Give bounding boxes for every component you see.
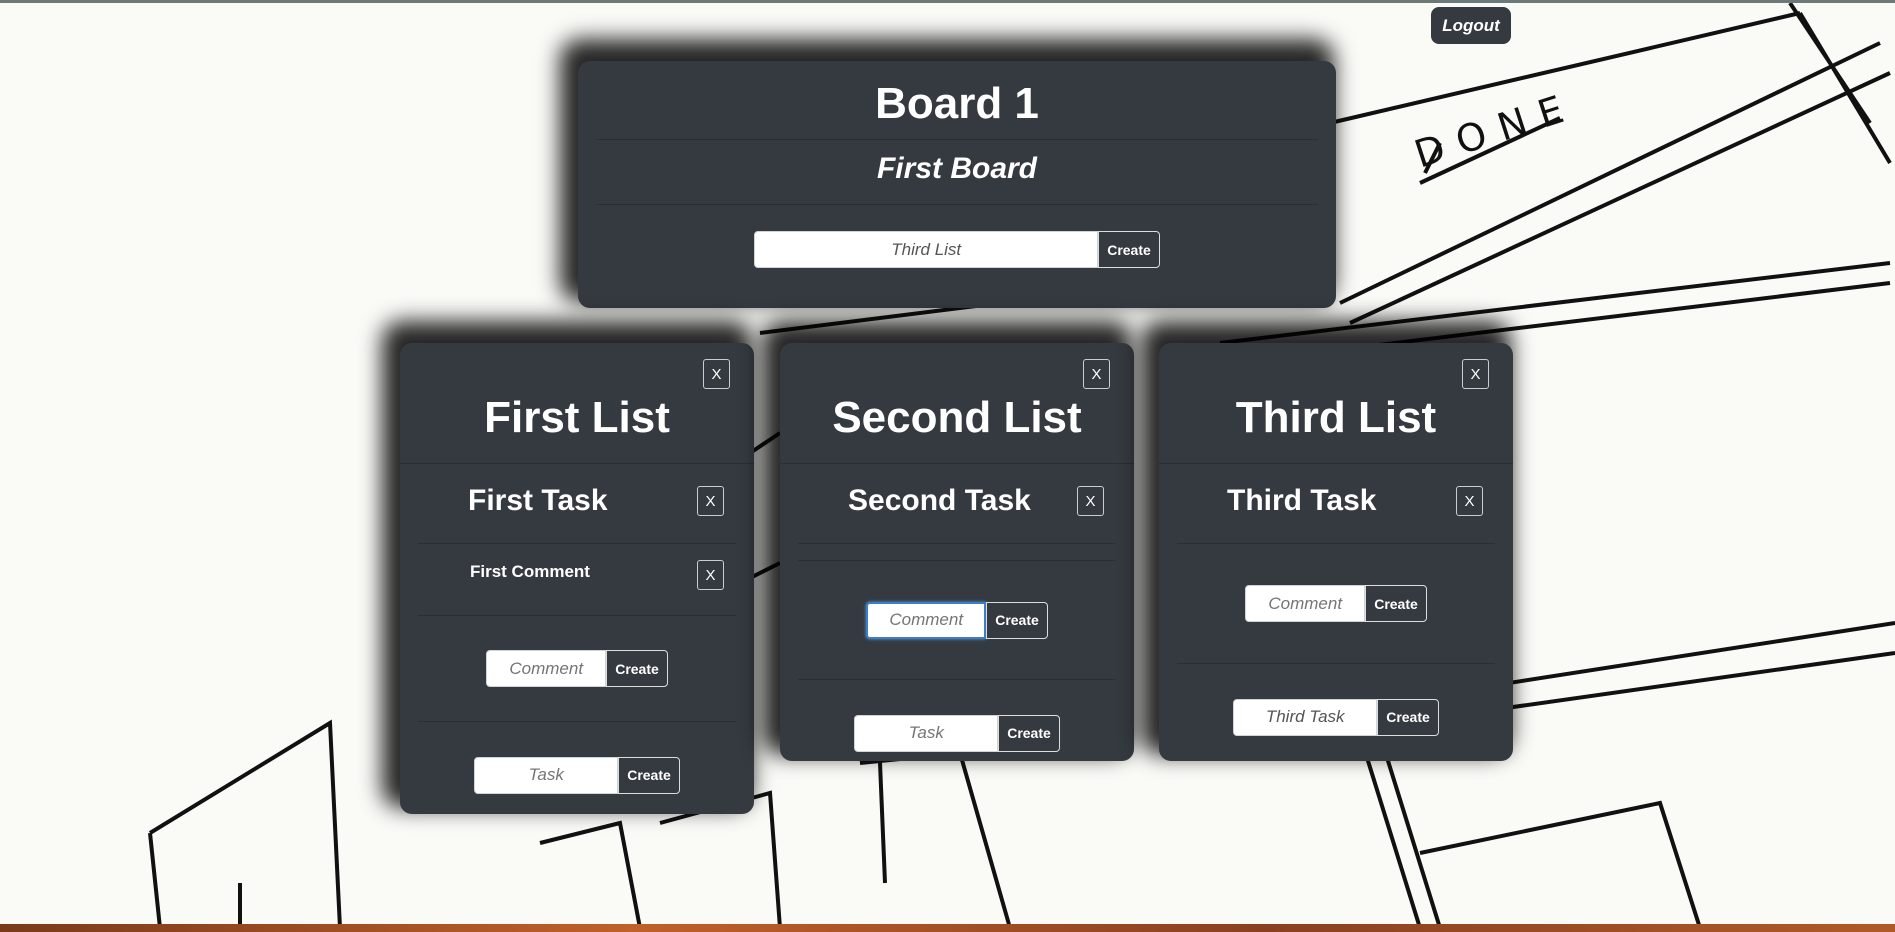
board-description: First Board: [596, 140, 1318, 205]
create-comment-button[interactable]: Create: [986, 601, 1048, 639]
delete-task-button[interactable]: X: [1077, 486, 1104, 516]
list-name-input[interactable]: [754, 231, 1099, 268]
list-title: Second List: [780, 353, 1134, 464]
create-task-form: Create: [418, 722, 736, 828]
create-comment-form: Create: [418, 616, 736, 722]
create-task-button[interactable]: Create: [1377, 698, 1439, 736]
comment-item: First Comment X: [418, 544, 736, 616]
task-title: Second Task: [848, 484, 1031, 517]
delete-comment-button[interactable]: X: [697, 560, 724, 590]
task-title: First Task: [468, 484, 608, 517]
task-input[interactable]: [474, 756, 619, 794]
create-list-form: Create: [596, 205, 1318, 268]
task-input[interactable]: [1233, 698, 1378, 736]
delete-list-button[interactable]: X: [703, 359, 730, 389]
board-card: Board 1 First Board Create: [578, 61, 1336, 308]
task-item: Second Task X: [798, 464, 1116, 544]
list-card: X Second List Second Task X Create Creat…: [780, 343, 1134, 761]
delete-list-button[interactable]: X: [1083, 359, 1110, 389]
board-title: Board 1: [596, 71, 1318, 140]
comment-input[interactable]: [866, 601, 987, 639]
create-task-button[interactable]: Create: [998, 714, 1060, 752]
delete-list-button[interactable]: X: [1462, 359, 1489, 389]
task-item: First Task X: [418, 464, 736, 544]
create-comment-button[interactable]: Create: [606, 650, 668, 687]
task-title: Third Task: [1227, 484, 1377, 517]
list-card: X Third List Third Task X Create Create: [1159, 343, 1513, 761]
create-task-button[interactable]: Create: [618, 756, 680, 794]
list-card: X First List First Task X First Comment …: [400, 343, 754, 814]
create-task-form: Create: [1177, 664, 1495, 770]
create-comment-form: Create: [1177, 544, 1495, 664]
comment-text: First Comment: [470, 562, 590, 581]
create-comment-button[interactable]: Create: [1365, 585, 1427, 622]
comment-input[interactable]: [486, 650, 607, 687]
task-input[interactable]: [854, 714, 999, 752]
os-taskbar: [0, 924, 1895, 932]
create-comment-form: Create: [798, 560, 1116, 680]
list-title: First List: [400, 353, 754, 464]
comment-input[interactable]: [1245, 585, 1366, 622]
delete-task-button[interactable]: X: [1456, 486, 1483, 516]
delete-task-button[interactable]: X: [697, 486, 724, 516]
task-item: Third Task X: [1177, 464, 1495, 544]
logout-button[interactable]: Logout: [1431, 7, 1511, 44]
create-list-button[interactable]: Create: [1098, 231, 1160, 268]
create-task-form: Create: [798, 680, 1116, 786]
list-title: Third List: [1159, 353, 1513, 464]
